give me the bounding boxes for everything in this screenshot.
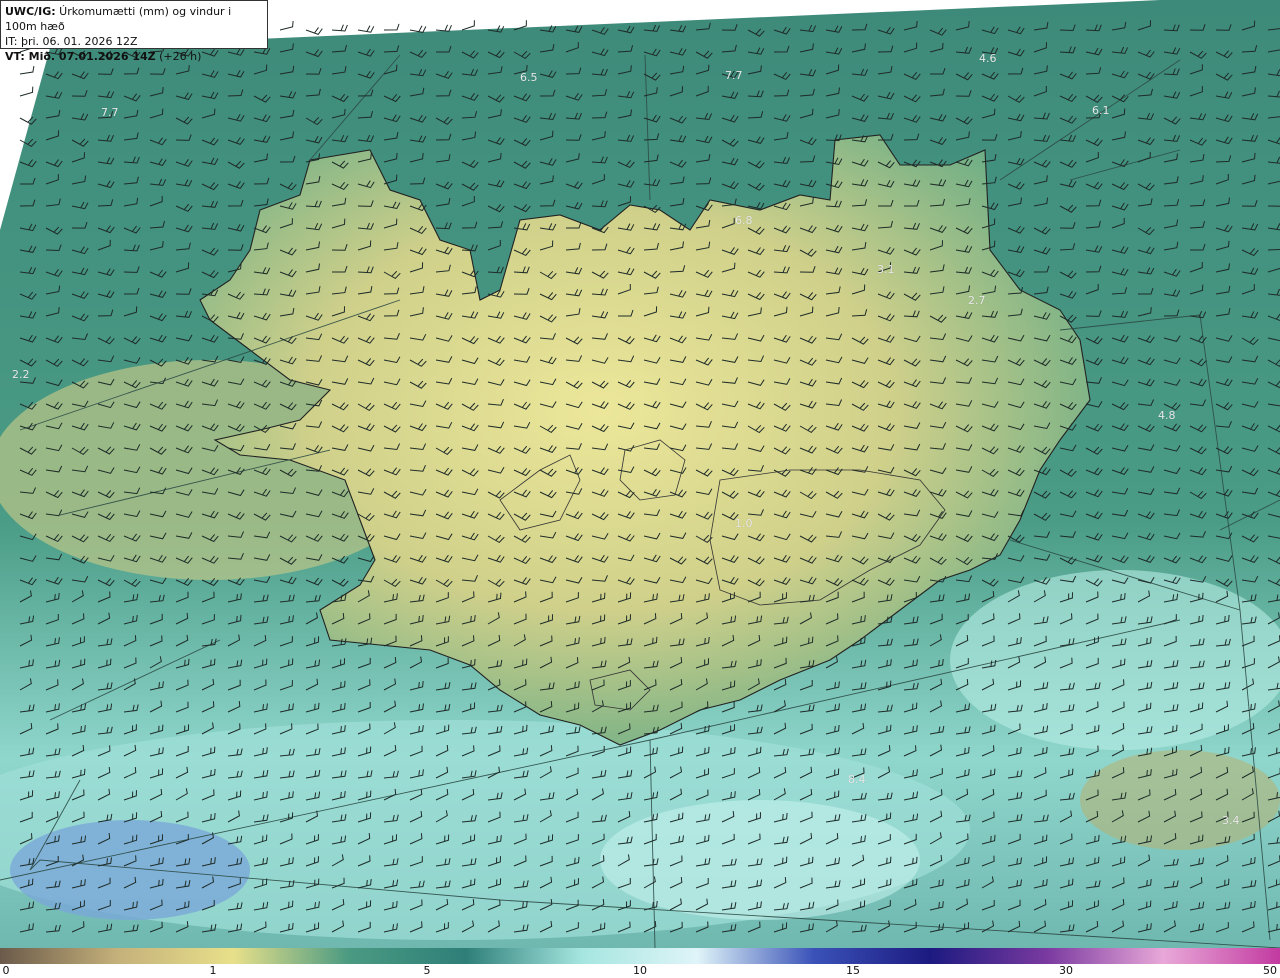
colorbar-tick: 15 [846, 964, 860, 977]
colorbar-strip [0, 948, 1280, 964]
value-label: 6.5 [520, 71, 538, 84]
colorbar-tick: 0 [2, 964, 10, 977]
value-label: 1.0 [735, 517, 753, 530]
weather-map [0, 0, 1280, 948]
colorbar: 0 1 5 10 15 30 50 [0, 948, 1280, 978]
value-label: 3.1 [877, 263, 895, 276]
colorbar-tick: 1 [209, 964, 217, 977]
value-label: 2.2 [12, 368, 30, 381]
model-id: UWC/IG: [5, 5, 56, 18]
info-line-1: UWC/IG: Úrkomumætti (mm) og vindur i 100… [5, 4, 263, 34]
map-info-box: UWC/IG: Úrkomumætti (mm) og vindur i 100… [0, 0, 268, 63]
value-label: 4.6 [979, 52, 997, 65]
value-label: 7.7 [725, 69, 743, 82]
valid-time: VT: Mið. 07.01.2026 14Z [5, 50, 156, 63]
value-label: 6.8 [735, 214, 753, 227]
value-label: 3.4 [1222, 814, 1240, 827]
forecast-hour: (+26 h) [155, 50, 202, 63]
colorbar-tick: 30 [1059, 964, 1073, 977]
colorbar-tick: 5 [423, 964, 431, 977]
colorbar-tick: 10 [633, 964, 647, 977]
value-label: 6.1 [1092, 104, 1110, 117]
value-label: 8.4 [848, 773, 866, 786]
value-label: 7.7 [101, 106, 119, 119]
value-label: 2.7 [968, 294, 986, 307]
value-label: 4.8 [1158, 409, 1176, 422]
initial-time: IT: þri. 06. 01. 2026 12Z [5, 35, 138, 48]
colorbar-tick: 50 [1263, 964, 1277, 977]
info-line-3: VT: Mið. 07.01.2026 14Z (+26 h) [5, 49, 263, 64]
